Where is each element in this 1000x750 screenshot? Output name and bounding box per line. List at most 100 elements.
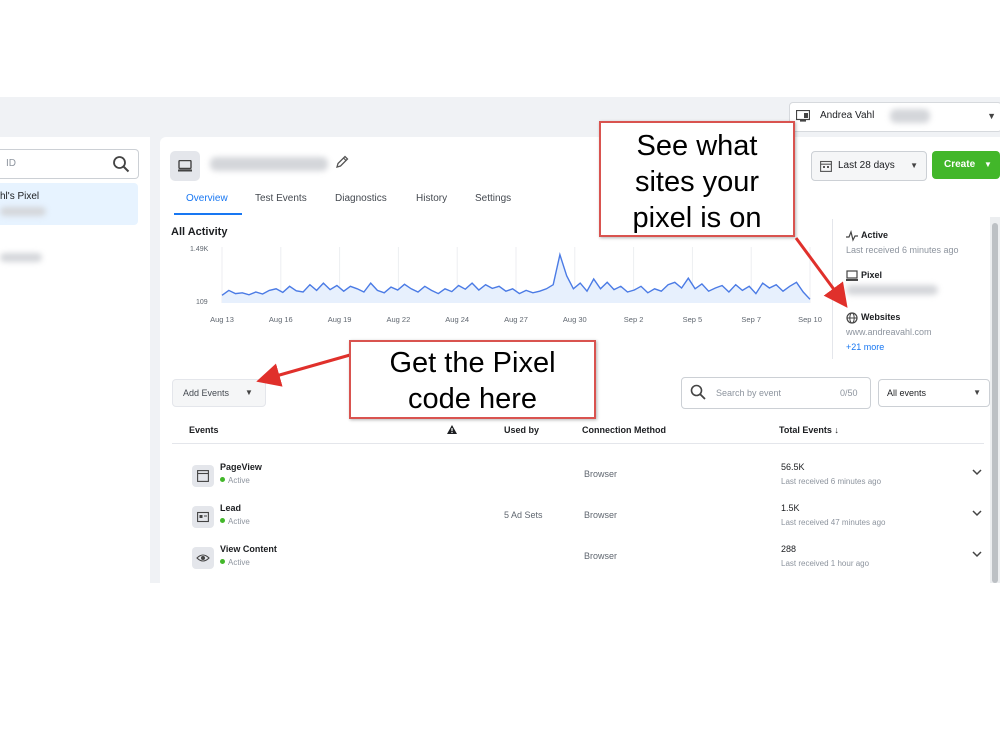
add-events-button[interactable]: Add Events ▼ bbox=[172, 379, 266, 407]
chevron-down-icon[interactable] bbox=[972, 467, 982, 477]
selected-pixel-item[interactable]: hl's Pixel bbox=[0, 183, 138, 225]
websites-callout: See what sites your pixel is on bbox=[599, 121, 795, 237]
redacted-pixel-id bbox=[846, 285, 938, 295]
date-range-picker[interactable]: Last 28 days ▼ bbox=[811, 151, 927, 181]
chevron-down-icon[interactable] bbox=[972, 549, 982, 559]
x-axis-tick-label: Sep 10 bbox=[798, 315, 822, 324]
status-dot bbox=[220, 559, 225, 564]
chevron-down-icon: ▼ bbox=[910, 161, 918, 170]
create-label: Create bbox=[944, 159, 976, 170]
x-axis-tick-label: Aug 13 bbox=[210, 315, 234, 324]
chevron-down-icon[interactable] bbox=[972, 508, 982, 518]
search-placeholder: Search by event bbox=[716, 388, 782, 398]
callout-line: code here bbox=[408, 383, 537, 415]
search-char-count: 0/50 bbox=[840, 388, 858, 398]
calendar-icon bbox=[820, 160, 832, 172]
pixel-label: Pixel bbox=[861, 270, 883, 280]
chevron-down-icon: ▼ bbox=[984, 160, 992, 169]
active-tab-indicator bbox=[174, 213, 242, 215]
x-axis-tick-label: Sep 7 bbox=[741, 315, 761, 324]
event-search-input[interactable]: Search by event 0/50 bbox=[681, 377, 871, 409]
status-dot bbox=[220, 477, 225, 482]
search-icon[interactable] bbox=[112, 155, 130, 173]
event-total: 56.5K bbox=[781, 462, 805, 472]
edit-pencil-icon[interactable] bbox=[334, 154, 350, 170]
header-used-by[interactable]: Used by bbox=[504, 425, 539, 435]
x-axis-tick-label: Aug 22 bbox=[387, 315, 411, 324]
redacted-list-item bbox=[0, 253, 42, 262]
x-axis-tick-label: Aug 27 bbox=[504, 315, 528, 324]
status-active-subtext: Last received 6 minutes ago bbox=[846, 245, 959, 255]
event-name: Lead bbox=[220, 503, 242, 513]
event-status: Active bbox=[220, 517, 250, 526]
table-row[interactable]: View Content Active Browser 288 Last rec… bbox=[172, 539, 984, 579]
callout-line: Get the Pixel bbox=[389, 347, 556, 379]
x-axis-tick-label: Aug 30 bbox=[563, 315, 587, 324]
computer-icon bbox=[178, 160, 192, 172]
header-connection-method[interactable]: Connection Method bbox=[582, 425, 666, 435]
tab-diagnostics[interactable]: Diagnostics bbox=[335, 193, 387, 204]
tab-test-events[interactable]: Test Events bbox=[255, 193, 307, 204]
activity-line-chart: 1.49K 109 Aug 13 Aug 16 Aug 19 Aug 22 Aug 24… bbox=[190, 246, 822, 324]
redacted-pixel-id bbox=[0, 207, 46, 216]
date-range-label: Last 28 days bbox=[838, 160, 895, 171]
event-name: View Content bbox=[220, 544, 277, 554]
scrollbar-thumb[interactable] bbox=[992, 223, 998, 583]
table-row[interactable]: PageView Active Browser 56.5K Last recei… bbox=[172, 457, 984, 497]
business-icon bbox=[796, 110, 810, 122]
header-total-events[interactable]: Total Events ↓ bbox=[779, 425, 839, 435]
websites-label: Websites bbox=[861, 312, 901, 322]
event-status-text: Active bbox=[228, 558, 250, 567]
event-status-text: Active bbox=[228, 476, 250, 485]
event-last-received: Last received 1 hour ago bbox=[781, 559, 870, 568]
chevron-down-icon: ▼ bbox=[245, 388, 253, 397]
callout-line: See what bbox=[636, 130, 758, 162]
globe-icon bbox=[846, 312, 858, 324]
chevron-down-icon: ▼ bbox=[973, 388, 981, 397]
more-websites-link[interactable]: +21 more bbox=[846, 342, 884, 352]
tab-history[interactable]: History bbox=[416, 193, 447, 204]
event-connection: Browser bbox=[584, 510, 618, 520]
create-button[interactable]: Create ▼ bbox=[932, 151, 1000, 179]
pixel-icon-badge bbox=[170, 151, 200, 181]
redacted-account-detail bbox=[890, 109, 930, 123]
event-total: 288 bbox=[781, 544, 797, 554]
event-status: Active bbox=[220, 558, 250, 567]
event-status-text: Active bbox=[228, 517, 250, 526]
scrollbar[interactable] bbox=[990, 217, 1000, 583]
computer-icon bbox=[846, 270, 858, 281]
chevron-down-icon: ▼ bbox=[987, 111, 996, 121]
event-status: Active bbox=[220, 476, 250, 485]
x-axis-tick-label: Sep 5 bbox=[683, 315, 703, 324]
pixel-status-panel: Active Last received 6 minutes ago Pixel… bbox=[832, 219, 993, 359]
search-icon bbox=[690, 384, 706, 400]
event-used-by[interactable]: 5 Ad Sets bbox=[504, 510, 543, 520]
event-last-received: Last received 6 minutes ago bbox=[781, 477, 882, 486]
account-name: Andrea Vahl bbox=[820, 110, 875, 121]
pixel-search-input[interactable]: ID bbox=[0, 149, 139, 179]
event-total: 1.5K bbox=[781, 503, 800, 513]
events-table-header: Events Used by Connection Method Total E… bbox=[172, 423, 984, 444]
callout-line: pixel is on bbox=[632, 202, 762, 234]
event-filter-select[interactable]: All events ▼ bbox=[878, 379, 990, 407]
table-row[interactable]: Lead Active 5 Ad Sets Browser 1.5K Last … bbox=[172, 498, 984, 538]
callout-line: sites your bbox=[634, 166, 760, 198]
event-last-received: Last received 47 minutes ago bbox=[781, 518, 886, 527]
eye-event-icon bbox=[192, 547, 214, 569]
tab-settings[interactable]: Settings bbox=[475, 193, 511, 204]
tab-overview[interactable]: Overview bbox=[186, 193, 228, 204]
lead-event-icon bbox=[192, 506, 214, 528]
x-axis-tick-label: Aug 24 bbox=[445, 315, 469, 324]
status-active-label: Active bbox=[861, 230, 889, 240]
header-events[interactable]: Events bbox=[189, 425, 219, 435]
add-events-label: Add Events bbox=[183, 388, 230, 398]
website-url: www.andreavahl.com bbox=[846, 327, 932, 337]
event-connection: Browser bbox=[584, 469, 618, 479]
x-axis-tick-label: Aug 16 bbox=[269, 315, 293, 324]
y-axis-max-label: 1.49K bbox=[190, 246, 209, 253]
status-dot bbox=[220, 518, 225, 523]
account-switcher[interactable]: Andrea Vahl ▼ bbox=[789, 102, 1000, 132]
pixel-list-panel: ID hl's Pixel bbox=[0, 137, 150, 583]
search-placeholder: ID bbox=[6, 158, 16, 169]
activity-pulse-icon bbox=[846, 230, 858, 242]
